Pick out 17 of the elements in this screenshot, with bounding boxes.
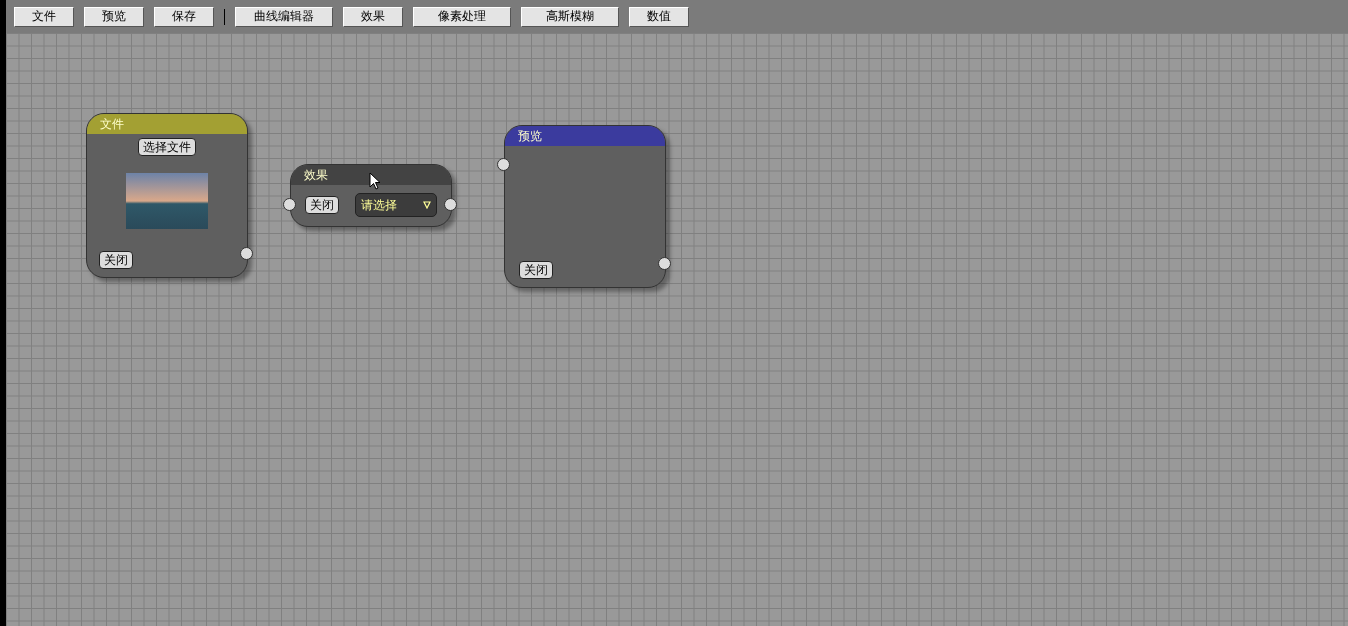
node-title[interactable]: 预览 xyxy=(505,126,665,146)
toolbar-button[interactable]: 像素处理 xyxy=(413,6,511,27)
toolbar-button[interactable]: 保存 xyxy=(154,6,214,27)
close-button[interactable]: 关闭 xyxy=(99,251,133,269)
select-file-button[interactable]: 选择文件 xyxy=(138,138,196,156)
close-button[interactable]: 关闭 xyxy=(519,261,553,279)
toolbar-button[interactable]: 高斯模糊 xyxy=(521,6,619,27)
toolbar-button[interactable]: 数值 xyxy=(629,6,689,27)
pointer-icon xyxy=(369,172,381,190)
toolbar-button[interactable]: 曲线编辑器 xyxy=(235,6,333,27)
close-button[interactable]: 关闭 xyxy=(305,196,339,214)
toolbar-button[interactable]: 预览 xyxy=(84,6,144,27)
toolbar-button[interactable]: 效果 xyxy=(343,6,403,27)
effect-dropdown[interactable]: 请选择 xyxy=(355,193,437,217)
caret-icon xyxy=(423,201,431,209)
node-title[interactable]: 效果 xyxy=(291,165,451,185)
toolbar-button[interactable]: 文件 xyxy=(14,6,74,27)
